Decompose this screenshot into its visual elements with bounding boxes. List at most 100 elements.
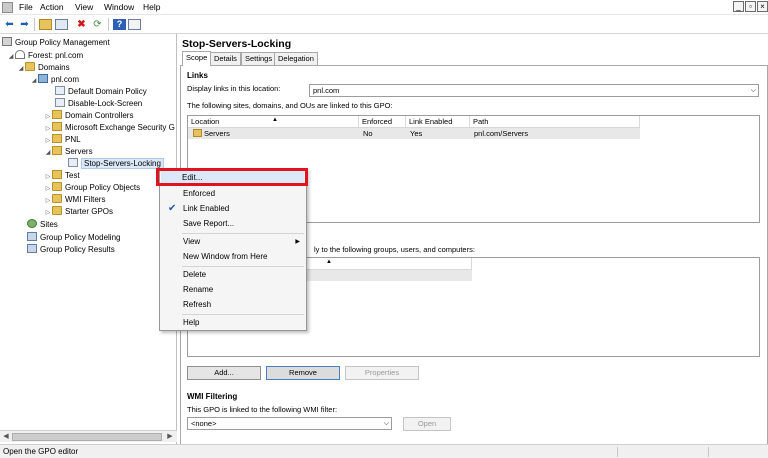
menu-item-new-window[interactable]: New Window from Here xyxy=(161,250,306,264)
expanded-arrow-icon[interactable]: ◢ xyxy=(17,63,25,75)
wmi-filter-label: This GPO is linked to the following WMI … xyxy=(187,405,338,414)
menu-item-refresh[interactable]: Refresh xyxy=(161,298,306,312)
gpm-icon xyxy=(2,37,12,46)
up-folder-icon[interactable] xyxy=(39,19,52,30)
tree-item-domains[interactable]: ◢ Domains xyxy=(17,62,70,74)
menu-item-save-report[interactable]: Save Report... xyxy=(161,217,306,231)
back-arrow-icon[interactable]: ⬅ xyxy=(3,18,16,31)
tree-item-domain-controllers[interactable]: ▷ Domain Controllers xyxy=(44,110,133,122)
tree-item-gp-modeling[interactable]: Group Policy Modeling xyxy=(19,232,120,244)
tree-item-gp-results[interactable]: Group Policy Results xyxy=(19,244,115,256)
menu-item-help[interactable]: Help xyxy=(161,316,306,330)
minimize-button[interactable]: _ xyxy=(733,1,744,12)
context-menu: Edit... Enforced ✔ Link Enabled Save Rep… xyxy=(159,168,307,331)
menu-item-enforced[interactable]: Enforced xyxy=(161,187,306,201)
folder-icon xyxy=(52,182,62,191)
folder-icon xyxy=(52,206,62,215)
menu-separator xyxy=(182,266,304,267)
expanded-arrow-icon[interactable]: ◢ xyxy=(44,147,52,159)
toolbar-separator xyxy=(34,18,35,31)
column-link-enabled[interactable]: Link Enabled xyxy=(406,116,470,128)
chevron-down-icon: ⌵ xyxy=(383,420,389,427)
sort-ascending-icon: ▲ xyxy=(326,259,332,265)
domain-icon xyxy=(38,74,48,83)
wmi-filtering-title: WMI Filtering xyxy=(187,392,238,401)
tree-item-microsoft-exchange[interactable]: ▷ Microsoft Exchange Security G xyxy=(44,122,175,134)
add-button[interactable]: Add... xyxy=(187,366,261,380)
gpo-link-icon xyxy=(68,158,78,167)
gpo-title: Stop-Servers-Locking xyxy=(182,38,292,50)
sites-icon xyxy=(27,219,37,228)
menu-action[interactable]: Action xyxy=(40,2,64,12)
forward-arrow-icon[interactable]: ➡ xyxy=(18,18,31,31)
menu-item-delete[interactable]: Delete xyxy=(161,268,306,282)
column-location[interactable]: Location ▲ xyxy=(188,116,359,128)
tree-item-forest[interactable]: ◢ Forest: pnl.com xyxy=(7,50,83,62)
tab-settings[interactable]: Settings xyxy=(241,52,277,65)
tree-item-wmi-filters[interactable]: ▷ WMI Filters xyxy=(44,194,105,206)
ou-icon xyxy=(52,122,62,131)
properties-icon[interactable] xyxy=(128,19,141,30)
tree-horizontal-scrollbar[interactable]: ◀ ▶ xyxy=(0,430,177,442)
help-icon[interactable]: ? xyxy=(113,19,126,30)
checkmark-icon: ✔ xyxy=(168,203,177,214)
ou-icon xyxy=(193,129,202,137)
tree-item-pnl-com[interactable]: ◢ pnl.com xyxy=(30,74,79,86)
chevron-down-icon: ⌵ xyxy=(750,87,756,94)
tab-details[interactable]: Details xyxy=(210,52,241,65)
toolbar-separator xyxy=(108,18,109,31)
folder-icon xyxy=(52,194,62,203)
tab-delegation[interactable]: Delegation xyxy=(274,52,318,65)
tree-item-default-domain-policy[interactable]: Default Domain Policy xyxy=(47,86,147,98)
linked-sites-label: The following sites, domains, and OUs ar… xyxy=(187,101,393,110)
tree-item-gpm[interactable]: Group Policy Management xyxy=(2,37,110,49)
scroll-left-icon[interactable]: ◀ xyxy=(1,432,11,442)
ou-icon xyxy=(52,146,62,155)
menu-help[interactable]: Help xyxy=(143,2,160,12)
delete-icon[interactable]: ✖ xyxy=(75,18,88,31)
remove-button[interactable]: Remove xyxy=(266,366,340,380)
refresh-icon[interactable]: ⟳ xyxy=(91,18,104,31)
tree-item-stop-servers-locking[interactable]: Stop-Servers-Locking xyxy=(60,158,164,170)
restore-button[interactable]: ▫ xyxy=(745,1,756,12)
scroll-right-icon[interactable]: ▶ xyxy=(165,432,175,442)
results-icon xyxy=(27,244,37,253)
status-bar: Open the GPO editor xyxy=(0,444,768,458)
tree-item-servers[interactable]: ◢ Servers xyxy=(44,146,93,158)
scrollbar-thumb[interactable] xyxy=(12,433,162,441)
column-enforced[interactable]: Enforced xyxy=(359,116,406,128)
expanded-arrow-icon[interactable]: ◢ xyxy=(7,51,15,63)
menu-separator xyxy=(182,233,304,234)
ou-icon xyxy=(52,170,62,179)
table-cell-link-enabled: Yes xyxy=(410,129,423,138)
menu-view[interactable]: View xyxy=(75,2,93,12)
console-tree: Group Policy Management ◢ Forest: pnl.com… xyxy=(0,34,177,444)
properties-button[interactable]: Properties xyxy=(345,366,419,380)
tree-item-group-policy-objects[interactable]: ▷ Group Policy Objects xyxy=(44,182,140,194)
menu-file[interactable]: File xyxy=(19,2,33,12)
tab-scope[interactable]: Scope xyxy=(182,51,212,66)
tree-item-test[interactable]: ▷ Test xyxy=(44,170,80,182)
open-wmi-button[interactable]: Open xyxy=(403,417,451,431)
table-cell-location: Servers xyxy=(190,128,230,139)
menu-item-link-enabled[interactable]: ✔ Link Enabled xyxy=(161,202,306,216)
status-text: Open the GPO editor xyxy=(3,447,79,456)
wmi-filter-select[interactable]: <none> ⌵ xyxy=(187,417,392,430)
gpo-link-icon xyxy=(55,98,65,107)
tree-item-disable-lock-screen[interactable]: Disable-Lock-Screen xyxy=(47,98,142,110)
display-links-location-select[interactable]: pnl.com ⌵ xyxy=(309,84,759,97)
close-button[interactable]: × xyxy=(757,1,768,12)
column-path[interactable]: Path xyxy=(470,116,640,128)
collapsed-arrow-icon[interactable]: ▷ xyxy=(44,207,52,219)
tree-item-pnl[interactable]: ▷ PNL xyxy=(44,134,81,146)
menu-item-view[interactable]: View ▶ xyxy=(161,235,306,249)
menu-window[interactable]: Window xyxy=(104,2,134,12)
expanded-arrow-icon[interactable]: ◢ xyxy=(30,75,38,87)
menu-item-rename[interactable]: Rename xyxy=(161,283,306,297)
show-hide-tree-icon[interactable] xyxy=(55,19,68,30)
toolbar: ⬅ ➡ ✖ ⟳ ? xyxy=(0,15,768,34)
ou-icon xyxy=(52,110,62,119)
tree-item-sites[interactable]: Sites xyxy=(19,219,58,231)
tree-item-starter-gpos[interactable]: ▷ Starter GPOs xyxy=(44,206,113,218)
status-divider xyxy=(708,447,709,457)
